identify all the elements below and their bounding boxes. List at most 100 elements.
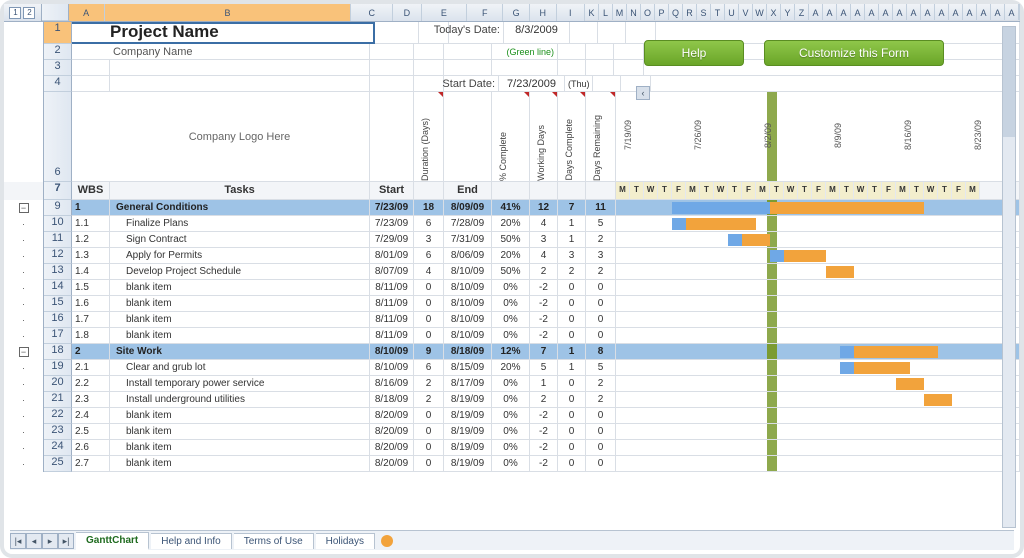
cell-done[interactable]: 0 bbox=[558, 376, 586, 392]
cell-wbs[interactable]: 2.2 bbox=[72, 376, 110, 392]
row-15[interactable]: 15 bbox=[44, 296, 72, 312]
cell-end[interactable]: 8/19/09 bbox=[444, 408, 492, 424]
cell-wbs[interactable]: 2 bbox=[72, 344, 110, 360]
row-9[interactable]: 9 bbox=[44, 200, 72, 216]
row-2[interactable]: 2 bbox=[44, 44, 72, 60]
cell-remain[interactable]: 2 bbox=[586, 232, 616, 248]
outline-controls[interactable]: 12 bbox=[4, 4, 42, 21]
cell-working[interactable]: -2 bbox=[530, 440, 558, 456]
help-button[interactable]: Help bbox=[644, 40, 744, 66]
col-E[interactable]: E bbox=[422, 4, 468, 21]
collapse-icon[interactable]: − bbox=[19, 347, 29, 357]
cell-done[interactable]: 0 bbox=[558, 424, 586, 440]
cell-working[interactable]: 7 bbox=[530, 344, 558, 360]
cell-pct[interactable]: 0% bbox=[492, 424, 530, 440]
cell-wbs[interactable]: 1.1 bbox=[72, 216, 110, 232]
cell-working[interactable]: -2 bbox=[530, 312, 558, 328]
cell-done[interactable]: 0 bbox=[558, 296, 586, 312]
cell-start[interactable]: 7/23/09 bbox=[370, 216, 414, 232]
cell-pct[interactable]: 20% bbox=[492, 360, 530, 376]
cell-end[interactable]: 8/06/09 bbox=[444, 248, 492, 264]
row-10[interactable]: 10 bbox=[44, 216, 72, 232]
cell-start[interactable]: 7/23/09 bbox=[370, 200, 414, 216]
cell-remain[interactable]: 11 bbox=[586, 200, 616, 216]
cell-remain[interactable]: 2 bbox=[586, 376, 616, 392]
cell-pct[interactable]: 0% bbox=[492, 312, 530, 328]
cell-task[interactable]: Clear and grub lot bbox=[110, 360, 370, 376]
outline-dot[interactable]: · bbox=[4, 248, 44, 264]
cell-end[interactable]: 8/15/09 bbox=[444, 360, 492, 376]
cell-remain[interactable]: 2 bbox=[586, 264, 616, 280]
cell-start[interactable]: 8/11/09 bbox=[370, 312, 414, 328]
cell-task[interactable]: blank item bbox=[110, 328, 370, 344]
row-23[interactable]: 23 bbox=[44, 424, 72, 440]
cell-done[interactable]: 1 bbox=[558, 360, 586, 376]
row-19[interactable]: 19 bbox=[44, 360, 72, 376]
row-22[interactable]: 22 bbox=[44, 408, 72, 424]
cell-end[interactable]: 7/28/09 bbox=[444, 216, 492, 232]
row-14[interactable]: 14 bbox=[44, 280, 72, 296]
outline-dot[interactable]: · bbox=[4, 408, 44, 424]
row-13[interactable]: 13 bbox=[44, 264, 72, 280]
cell-end[interactable]: 8/09/09 bbox=[444, 200, 492, 216]
cell-end[interactable]: 8/19/09 bbox=[444, 392, 492, 408]
cell-start[interactable]: 8/20/09 bbox=[370, 456, 414, 472]
row-1[interactable]: 1 bbox=[44, 22, 72, 44]
col-A[interactable]: A bbox=[69, 4, 105, 21]
cell-duration[interactable]: 6 bbox=[414, 216, 444, 232]
row-11[interactable]: 11 bbox=[44, 232, 72, 248]
cell-remain[interactable]: 3 bbox=[586, 248, 616, 264]
cell-remain[interactable]: 2 bbox=[586, 392, 616, 408]
cell-working[interactable]: -2 bbox=[530, 296, 558, 312]
cell-wbs[interactable]: 1.2 bbox=[72, 232, 110, 248]
cell-remain[interactable]: 0 bbox=[586, 424, 616, 440]
col-G[interactable]: G bbox=[503, 4, 530, 21]
cell-done[interactable]: 2 bbox=[558, 264, 586, 280]
cell-done[interactable]: 0 bbox=[558, 408, 586, 424]
cell-wbs[interactable]: 2.6 bbox=[72, 440, 110, 456]
row-7[interactable]: 7 bbox=[44, 182, 72, 200]
cell-end[interactable]: 7/31/09 bbox=[444, 232, 492, 248]
cell-task[interactable]: Install underground utilities bbox=[110, 392, 370, 408]
cell-end[interactable]: 8/18/09 bbox=[444, 344, 492, 360]
cell-working[interactable]: 1 bbox=[530, 376, 558, 392]
cell-pct[interactable]: 0% bbox=[492, 296, 530, 312]
cell-working[interactable]: 12 bbox=[530, 200, 558, 216]
cell-task[interactable]: blank item bbox=[110, 280, 370, 296]
col-B[interactable]: B bbox=[105, 4, 352, 21]
cell-done[interactable]: 0 bbox=[558, 312, 586, 328]
cell-working[interactable]: 2 bbox=[530, 264, 558, 280]
cell-duration[interactable]: 6 bbox=[414, 360, 444, 376]
cell-working[interactable]: 4 bbox=[530, 248, 558, 264]
tab-ganttchart[interactable]: GanttChart bbox=[76, 532, 149, 550]
cell-pct[interactable]: 0% bbox=[492, 328, 530, 344]
cell-done[interactable]: 0 bbox=[558, 440, 586, 456]
cell-start[interactable]: 8/11/09 bbox=[370, 296, 414, 312]
cell-duration[interactable]: 0 bbox=[414, 280, 444, 296]
cell-remain[interactable]: 0 bbox=[586, 280, 616, 296]
cell-wbs[interactable]: 1.6 bbox=[72, 296, 110, 312]
cell-end[interactable]: 8/10/09 bbox=[444, 312, 492, 328]
cell-pct[interactable]: 0% bbox=[492, 456, 530, 472]
cell-pct[interactable]: 0% bbox=[492, 392, 530, 408]
cell-pct[interactable]: 20% bbox=[492, 248, 530, 264]
cell-start[interactable]: 8/18/09 bbox=[370, 392, 414, 408]
cell-wbs[interactable]: 1.7 bbox=[72, 312, 110, 328]
cell-duration[interactable]: 2 bbox=[414, 392, 444, 408]
cell-start[interactable]: 8/20/09 bbox=[370, 440, 414, 456]
cell-duration[interactable]: 0 bbox=[414, 296, 444, 312]
cell-start[interactable]: 8/10/09 bbox=[370, 360, 414, 376]
cell-duration[interactable]: 2 bbox=[414, 376, 444, 392]
cell-done[interactable]: 0 bbox=[558, 456, 586, 472]
cell-done[interactable]: 1 bbox=[558, 232, 586, 248]
cell-wbs[interactable]: 1.4 bbox=[72, 264, 110, 280]
row-21[interactable]: 21 bbox=[44, 392, 72, 408]
cell-done[interactable]: 0 bbox=[558, 280, 586, 296]
outline-dot[interactable]: · bbox=[4, 424, 44, 440]
cell-start[interactable]: 8/20/09 bbox=[370, 424, 414, 440]
cell-task[interactable]: Develop Project Schedule bbox=[110, 264, 370, 280]
cell-done[interactable]: 1 bbox=[558, 216, 586, 232]
cell-remain[interactable]: 0 bbox=[586, 440, 616, 456]
cell-start[interactable]: 8/11/09 bbox=[370, 328, 414, 344]
cell-end[interactable]: 8/10/09 bbox=[444, 328, 492, 344]
